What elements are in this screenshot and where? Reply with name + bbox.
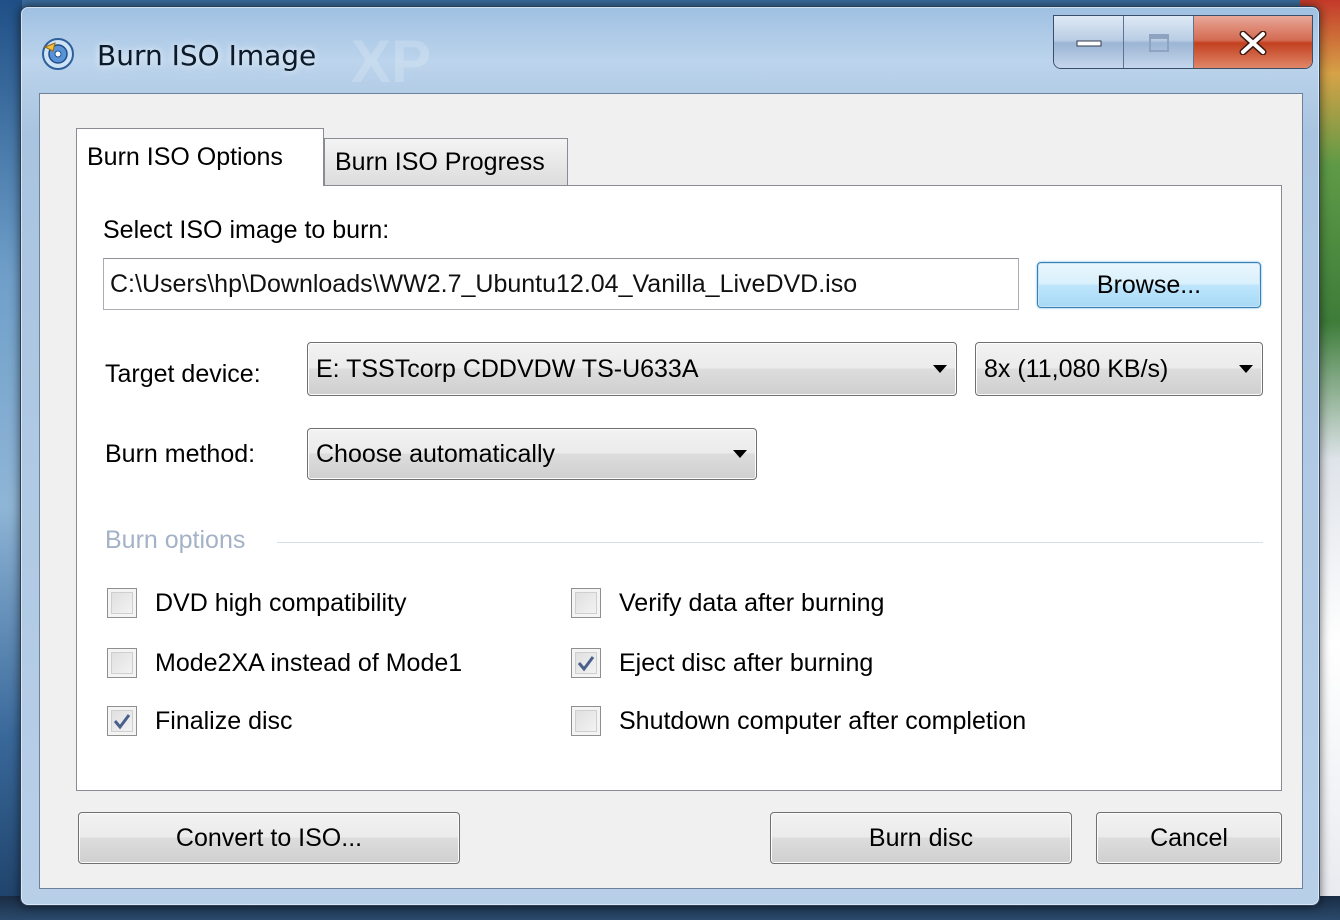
maximize-icon [1148,34,1169,52]
checkbox-box [571,706,601,736]
write-speed-dropdown[interactable]: 8x (11,080 KB/s) [975,342,1263,396]
checkbox-box [107,648,137,678]
close-icon [1239,31,1267,55]
chevron-down-icon [933,365,947,373]
checkbox-box [107,706,137,736]
dialog-client-area: Burn ISO Options Burn ISO Progress Selec… [39,93,1303,889]
tab-burn-iso-options[interactable]: Burn ISO Options [76,128,324,186]
finalize-disc-checkbox[interactable]: Finalize disc [107,706,293,736]
checkbox-label: Eject disc after burning [619,648,874,677]
browse-button[interactable]: Browse... [1037,262,1261,308]
checkmark-icon [113,714,131,730]
shutdown-computer-checkbox[interactable]: Shutdown computer after completion [571,706,1026,736]
checkbox-label: Finalize disc [155,706,293,735]
checkbox-box [107,588,137,618]
minimize-button[interactable] [1054,16,1124,68]
tab-burn-iso-progress[interactable]: Burn ISO Progress [324,138,568,186]
burn-method-label: Burn method: [105,440,256,468]
checkbox-label: Shutdown computer after completion [619,706,1027,735]
convert-to-iso-button[interactable]: Convert to ISO... [78,812,460,864]
window-controls [1053,15,1313,69]
chevron-down-icon [1239,365,1253,373]
eject-disc-checkbox[interactable]: Eject disc after burning [571,648,873,678]
select-iso-label: Select ISO image to burn: [103,216,390,244]
mode2xa-checkbox[interactable]: Mode2XA instead of Mode1 [107,648,462,678]
maximize-button[interactable] [1124,16,1194,68]
desktop-background-left [0,0,22,920]
burn-iso-dialog: XP Burn ISO Image Burn ISO Options Burn … [20,6,1320,906]
group-divider [277,542,1263,543]
checkbox-label: Mode2XA instead of Mode1 [155,648,463,677]
burn-method-value: Choose automatically [316,439,556,468]
target-device-dropdown[interactable]: E: TSSTcorp CDDVDW TS-U633A [307,342,957,396]
title-bar[interactable]: XP Burn ISO Image [21,7,1319,95]
target-device-label: Target device: [105,360,261,388]
checkbox-label: DVD high compatibility [155,588,407,617]
checkbox-box [571,588,601,618]
disc-burn-icon [42,38,74,70]
burn-method-dropdown[interactable]: Choose automatically [307,428,757,480]
checkbox-label: Verify data after burning [619,588,885,617]
burn-disc-button[interactable]: Burn disc [770,812,1072,864]
minimize-icon [1076,40,1101,47]
target-device-value: E: TSSTcorp CDDVDW TS-U633A [316,354,699,383]
dvd-high-compatibility-checkbox[interactable]: DVD high compatibility [107,588,407,618]
title-watermark: XP [351,28,432,95]
close-button[interactable] [1194,16,1312,68]
iso-path-input[interactable]: C:\Users\hp\Downloads\WW2.7_Ubuntu12.04_… [103,258,1019,310]
window-title: Burn ISO Image [97,39,317,72]
burn-options-group-title: Burn options [105,526,246,554]
cancel-button[interactable]: Cancel [1096,812,1282,864]
write-speed-value: 8x (11,080 KB/s) [984,354,1169,383]
verify-data-checkbox[interactable]: Verify data after burning [571,588,884,618]
burn-options-panel: Select ISO image to burn: C:\Users\hp\Do… [76,185,1282,791]
checkbox-box [571,648,601,678]
chevron-down-icon [733,450,747,458]
checkmark-icon [577,656,595,672]
